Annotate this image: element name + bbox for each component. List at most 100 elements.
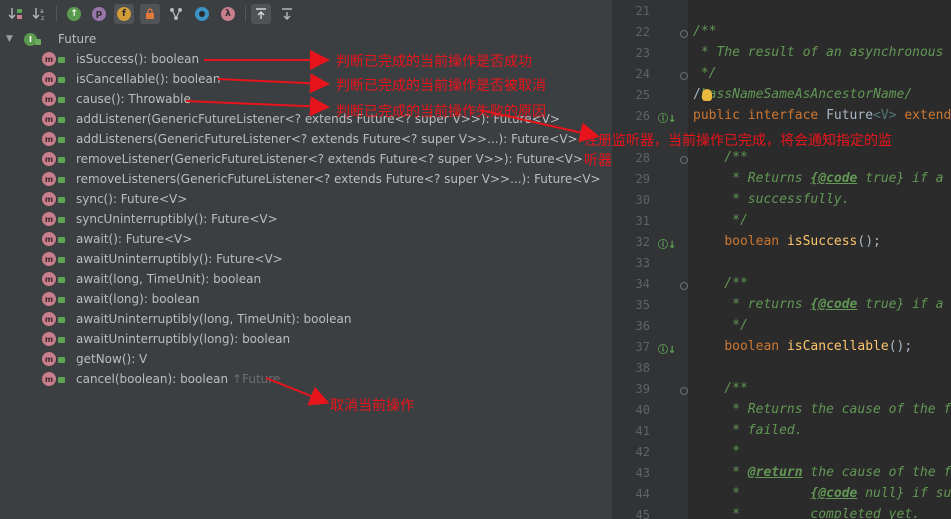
sort-alphabetically-icon[interactable]: az <box>30 4 50 24</box>
line-number: 29 <box>635 172 650 186</box>
autoscroll-to-source-icon[interactable] <box>251 4 271 24</box>
sort-by-visibility-icon[interactable] <box>6 4 26 24</box>
show-anonymous-icon[interactable] <box>192 4 212 24</box>
code-editor[interactable]: 21 22 23 24 25 26 28 29 30 31 32 33 34 35 36 37 38 39 40 41… <box>612 0 951 519</box>
tree-method-item[interactable]: m awaitUninterruptibly(): Future<V> <box>0 249 612 269</box>
show-hierarchy-icon[interactable] <box>166 4 186 24</box>
code-line[interactable]: * @return the cause of the f <box>693 465 951 480</box>
code-token: (); <box>888 339 913 354</box>
editor-gutter: 21 22 23 24 25 26 28 29 30 31 32 33 34 35 36 37 38 39 40 41… <box>612 0 688 519</box>
code-line[interactable]: * completed yet. <box>693 507 920 519</box>
code-line[interactable]: boolean isCancellable(); <box>693 339 912 354</box>
code-line[interactable]: /** <box>693 381 748 396</box>
fold-marker-icon[interactable] <box>680 282 688 290</box>
public-access-icon <box>58 137 65 143</box>
method-signature: awaitUninterruptibly(): Future<V> <box>76 252 283 266</box>
code-token: null} if su <box>857 486 951 501</box>
code-line[interactable]: /** <box>693 276 748 291</box>
annotation-add-listener: 注册监听器，当前操作已完成，将会通知指定的监 <box>584 133 892 149</box>
implemented-method-gutter-icon[interactable]: ⓘ↓ <box>658 341 676 356</box>
tree-method-item[interactable]: m sync(): Future<V> <box>0 189 612 209</box>
tree-method-item[interactable]: m cancel(boolean): boolean ↑Future <box>0 369 612 389</box>
show-properties-icon[interactable]: p <box>89 4 109 24</box>
code-line[interactable]: /** <box>693 24 716 39</box>
autoscroll-from-source-icon[interactable] <box>277 4 297 24</box>
fold-marker-icon[interactable] <box>680 72 688 80</box>
tree-root-future[interactable]: ▼ I Future <box>0 29 612 49</box>
line-number: 25 <box>635 88 650 102</box>
annotation-cause: 判断已完成的当前操作失败的原因 <box>336 104 546 120</box>
public-access-icon <box>58 377 65 383</box>
code-line[interactable]: /LassNameSameAsAncestorName/ <box>693 87 912 102</box>
show-non-public-icon[interactable] <box>140 4 160 24</box>
tree-method-item[interactable]: m awaitUninterruptibly(long): boolean <box>0 329 612 349</box>
fold-marker-icon[interactable] <box>680 156 688 164</box>
public-access-icon <box>58 317 65 323</box>
method-icon: m <box>42 312 56 326</box>
code-line[interactable]: * Returns the cause of the f <box>693 402 951 417</box>
public-access-icon <box>58 217 65 223</box>
method-label: await(long): boolean <box>76 292 200 306</box>
override-marker: ↑Future <box>232 372 281 386</box>
method-label: sync(): Future<V> <box>76 192 187 206</box>
code-line[interactable]: /** <box>693 150 748 165</box>
method-signature: isSuccess(): boolean <box>76 52 200 66</box>
code-token: * failed. <box>693 423 803 438</box>
method-icon: m <box>42 372 56 386</box>
code-line[interactable]: */ <box>693 213 748 228</box>
code-line[interactable]: * Returns {@code true} if a <box>693 171 943 186</box>
line-number: 28 <box>635 151 650 165</box>
method-signature: awaitUninterruptibly(long): boolean <box>76 332 291 346</box>
line-number: 23 <box>635 46 650 60</box>
chevron-down-icon[interactable]: ▼ <box>6 34 16 44</box>
code-line[interactable]: * returns {@code true} if a <box>693 297 943 312</box>
code-line[interactable]: */ <box>693 66 717 81</box>
tree-method-item[interactable]: m await(long): boolean <box>0 289 612 309</box>
code-line[interactable]: */ <box>693 318 748 333</box>
tree-method-item[interactable]: m syncUninterruptibly(): Future<V> <box>0 209 612 229</box>
code-line[interactable]: * The result of an asynchronous <box>693 45 944 60</box>
code-line[interactable]: * failed. <box>693 423 803 438</box>
method-icon: m <box>42 192 56 206</box>
tree-method-item[interactable]: m getNow(): V <box>0 349 612 369</box>
public-access-icon <box>35 39 41 45</box>
method-signature: isCancellable(): boolean <box>76 72 221 86</box>
public-access-icon <box>58 277 65 283</box>
method-label: cancel(boolean): boolean ↑Future <box>76 372 280 386</box>
tree-method-item[interactable]: m addListeners(GenericFutureListener<? ex… <box>0 129 612 149</box>
code-token: {@code <box>810 171 858 186</box>
tree-method-item[interactable]: m await(): Future<V> <box>0 229 612 249</box>
method-signature: addListeners(GenericFutureListener<? ext… <box>76 132 578 146</box>
code-line[interactable]: public interface Future<V> extends <box>693 108 951 123</box>
tree-method-item[interactable]: m awaitUninterruptibly(long, TimeUnit): b… <box>0 309 612 329</box>
show-inherited-icon[interactable]: ↑ <box>64 4 84 24</box>
implemented-method-gutter-icon[interactable]: ⓘ↓ <box>658 236 676 251</box>
code-line[interactable]: * successfully. <box>693 192 849 207</box>
line-number: 38 <box>635 361 650 375</box>
method-icon: m <box>42 92 56 106</box>
code-token: / <box>693 87 701 102</box>
svg-text:a: a <box>40 8 44 15</box>
show-fields-icon[interactable]: f <box>114 4 134 24</box>
code-token: * Returns the cause of the f <box>693 402 951 417</box>
method-icon: m <box>42 152 56 166</box>
fold-marker-icon[interactable] <box>680 387 688 395</box>
tree-method-item[interactable]: m removeListener(GenericFutureListener<? … <box>0 149 612 169</box>
code-line[interactable]: * {@code null} if su <box>693 486 951 501</box>
lightbulb-intention-icon[interactable] <box>702 89 712 101</box>
implemented-method-gutter-icon[interactable]: ⓘ↓ <box>658 110 676 125</box>
method-icon: m <box>42 52 56 66</box>
tree-method-item[interactable]: m await(long, TimeUnit): boolean <box>0 269 612 289</box>
code-token: * <box>693 486 811 501</box>
line-number: 36 <box>635 319 650 333</box>
code-line[interactable]: boolean isSuccess(); <box>693 234 881 249</box>
line-number: 35 <box>635 298 650 312</box>
code-token: /** <box>693 150 748 165</box>
code-line[interactable]: * <box>693 444 740 459</box>
code-token: <V> <box>873 108 897 123</box>
fold-marker-icon[interactable] <box>680 30 688 38</box>
tree-method-item[interactable]: m removeListeners(GenericFutureListener<?… <box>0 169 612 189</box>
method-signature: cause(): Throwable <box>76 92 191 106</box>
show-lambdas-icon[interactable]: λ <box>218 4 238 24</box>
